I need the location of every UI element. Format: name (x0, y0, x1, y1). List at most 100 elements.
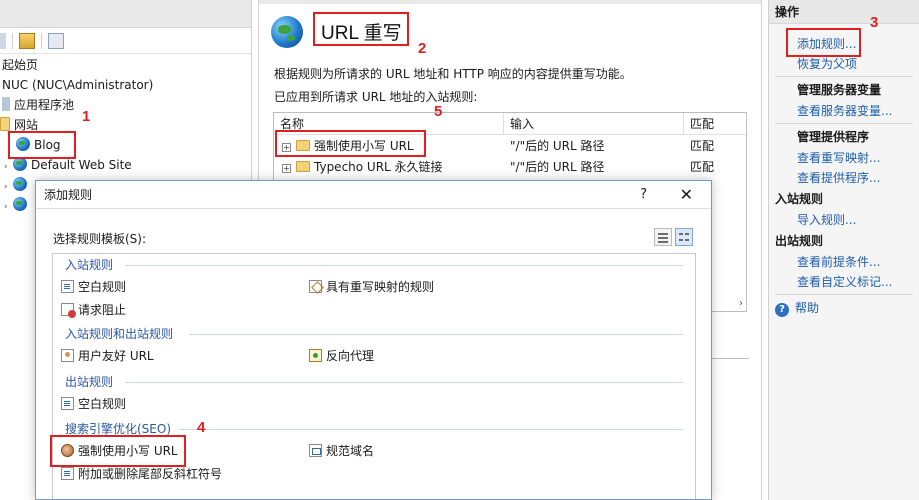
blank-rule-icon (61, 280, 74, 293)
group-outbound-rules: 出站规则 (65, 375, 114, 389)
annotation-number: 4 (197, 419, 206, 436)
actions-header: 操作 (769, 0, 919, 24)
disconnect-icon[interactable] (48, 32, 64, 49)
view-toggle (654, 228, 693, 246)
help-button[interactable]: ? (640, 181, 647, 209)
outbound-rules-section: 出站规则 (775, 234, 824, 248)
template-label: 用户友好 URL (78, 349, 154, 363)
template-reverse-proxy[interactable]: 反向代理 (309, 347, 374, 365)
tree-item-label: NUC (NUC\Administrator) (2, 78, 154, 92)
applied-rules-label: 已应用到所请求 URL 地址的入站规则: (274, 90, 478, 104)
rule-match: 匹配 (690, 139, 715, 153)
template-blank-rule[interactable]: 空白规则 (61, 278, 126, 296)
divider (775, 76, 913, 77)
expand-icon[interactable]: + (282, 164, 291, 173)
group-divider (179, 429, 683, 430)
dialog-title: 添加规则 (44, 188, 93, 202)
revert-to-parent-link[interactable]: 恢复为父项 (769, 54, 919, 74)
view-rewrite-maps-link[interactable]: 查看重写映射... (769, 148, 919, 168)
expand-icon[interactable]: › (4, 157, 13, 177)
column-header-match[interactable]: 匹配 (684, 113, 746, 134)
annotation-box-blog (8, 131, 76, 159)
tree-item-label: 应用程序池 (14, 98, 75, 112)
help-link[interactable]: ? 帮助 (769, 297, 919, 319)
group-inbound-outbound-rules: 入站规则和出站规则 (65, 327, 174, 341)
template-rewrite-map-rule[interactable]: 具有重写映射的规则 (309, 278, 434, 296)
template-label: 具有重写映射的规则 (326, 280, 435, 294)
annotation-box-add-rule (786, 28, 861, 57)
app-pool-icon (2, 97, 10, 111)
import-rules-link[interactable]: 导入规则... (769, 210, 919, 230)
help-icon: ? (775, 303, 789, 317)
expand-icon[interactable]: › (4, 177, 13, 197)
scroll-right-arrow-icon[interactable]: › (739, 298, 743, 309)
tree-item-label: 网站 (14, 118, 39, 132)
annotation-box-lowercase-template (50, 435, 186, 467)
rule-input: "/"后的 URL 路径 (510, 139, 605, 153)
tree-toolbar (0, 28, 251, 54)
lower-panel-edge (709, 358, 749, 500)
inbound-rules-section: 入站规则 (775, 192, 824, 206)
globe-icon (13, 197, 27, 211)
manage-providers-heading: 管理提供程序 (797, 130, 870, 144)
trailing-slash-icon (61, 467, 74, 480)
annotation-number: 2 (418, 40, 427, 57)
template-canonical-domain[interactable]: 规范域名 (309, 442, 374, 460)
tree-header (0, 0, 251, 28)
divider (775, 294, 913, 295)
tree-item-collapsed[interactable]: › (4, 195, 31, 215)
template-label: 选择规则模板(S): (53, 232, 147, 246)
rule-match: 匹配 (690, 160, 715, 174)
template-label: 附加或删除尾部反斜杠符号 (78, 467, 223, 481)
tree-item-label: 起始页 (2, 58, 39, 72)
annotation-number: 3 (870, 14, 879, 31)
expand-icon[interactable]: › (4, 197, 13, 217)
annotation-box-lowercase-rule (275, 130, 426, 157)
template-label: 规范域名 (326, 444, 375, 458)
url-rewrite-globe-icon (271, 16, 303, 48)
template-label: 请求阻止 (78, 303, 127, 317)
divider (775, 123, 913, 124)
tree-item-start-page[interactable]: 起始页 (2, 55, 38, 75)
annotation-number: 5 (434, 103, 443, 120)
globe-icon (13, 177, 27, 191)
reverse-proxy-icon (309, 349, 322, 362)
toolbar-separator (41, 32, 42, 49)
view-server-variables-link[interactable]: 查看服务器变量... (769, 101, 919, 121)
connect-icon[interactable] (19, 32, 35, 49)
tree-item-app-pools[interactable]: 应用程序池 (2, 95, 74, 115)
tree-item-label: Default Web Site (31, 158, 132, 172)
close-button[interactable]: ✕ (680, 181, 693, 209)
tree-item-server[interactable]: NUC (NUC\Administrator) (2, 75, 153, 95)
folder-icon (0, 117, 10, 131)
rule-row[interactable]: + Typecho URL 永久链接 "/"后的 URL 路径 匹配 (274, 156, 746, 177)
user-friendly-url-icon (61, 349, 74, 362)
group-divider (125, 382, 683, 383)
template-label: 空白规则 (78, 397, 127, 411)
column-header-input[interactable]: 输入 (504, 113, 684, 134)
view-providers-link[interactable]: 查看提供程序... (769, 168, 919, 188)
rewrite-map-icon (309, 280, 322, 293)
template-outbound-blank-rule[interactable]: 空白规则 (61, 395, 126, 413)
template-user-friendly-url[interactable]: 用户友好 URL (61, 347, 154, 365)
view-preconditions-link[interactable]: 查看前提条件... (769, 252, 919, 272)
template-trailing-slash[interactable]: 附加或删除尾部反斜杠符号 (61, 465, 222, 483)
tree-item-collapsed[interactable]: › (4, 175, 31, 195)
feature-description: 根据规则为所请求的 URL 地址和 HTTP 响应的内容提供重写功能。 (274, 67, 632, 81)
template-label: 反向代理 (326, 349, 375, 363)
toolbar-icon[interactable] (0, 32, 6, 49)
tiles-view-icon[interactable] (675, 228, 693, 246)
request-blocking-icon (61, 303, 76, 318)
pane-top-strip (259, 0, 761, 4)
blank-rule-icon (61, 397, 74, 410)
annotation-box-title (313, 12, 409, 46)
view-custom-tags-link[interactable]: 查看自定义标记... (769, 272, 919, 292)
rule-input: "/"后的 URL 路径 (510, 160, 605, 174)
annotation-number: 1 (82, 108, 91, 125)
template-request-blocking[interactable]: 请求阻止 (61, 301, 126, 319)
template-label: 空白规则 (78, 280, 127, 294)
manage-server-variables-heading: 管理服务器变量 (797, 83, 882, 97)
rule-name: Typecho URL 永久链接 (314, 160, 443, 174)
details-view-icon[interactable] (654, 228, 672, 246)
group-inbound-rules: 入站规则 (65, 258, 114, 272)
